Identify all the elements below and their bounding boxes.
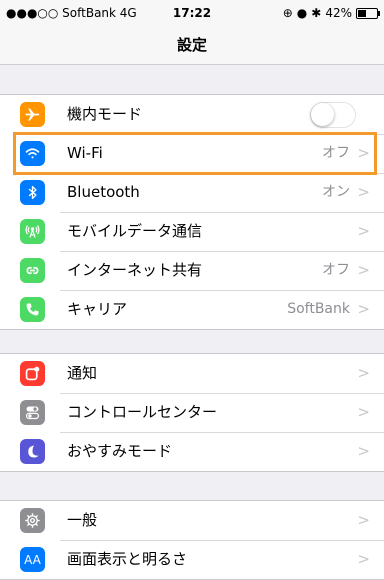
row-value: オフ	[322, 262, 350, 278]
chevron-right-icon: >	[357, 550, 370, 568]
row-do-not-disturb[interactable]: おやすみモード >	[0, 432, 384, 471]
page-title: 設定	[176, 36, 207, 54]
chevron-right-icon: >	[357, 183, 370, 201]
row-label: おやすみモード	[67, 442, 173, 460]
row-label: 通知	[67, 364, 98, 382]
row-label: Bluetooth	[67, 183, 140, 201]
airplane-mode-toggle[interactable]	[310, 102, 356, 128]
settings-group-notifications: 通知 > コントロールセンター > おやすみモード >	[0, 353, 384, 472]
row-personal-hotspot[interactable]: インターネット共有 オフ >	[0, 251, 384, 290]
moon-icon	[20, 439, 45, 464]
battery-percent: 42%	[325, 6, 352, 20]
chevron-right-icon: >	[357, 144, 370, 162]
bluetooth-icon	[20, 180, 45, 205]
notification-icon	[20, 361, 45, 386]
chevron-right-icon: >	[357, 442, 370, 460]
row-control-center[interactable]: コントロールセンター >	[0, 393, 384, 432]
row-notifications[interactable]: 通知 >	[0, 354, 384, 393]
row-label: 一般	[67, 511, 98, 529]
row-label: 画面表示と明るさ	[67, 550, 188, 568]
status-bar: ●●●○○ SoftBank 4G 17:22 ⊕ ● ✱ 42%	[0, 0, 384, 26]
row-value: オフ	[322, 145, 350, 161]
chevron-right-icon: >	[357, 222, 370, 240]
gear-icon	[20, 508, 45, 533]
row-label: キャリア	[67, 300, 128, 318]
row-label: Wi-Fi	[67, 144, 103, 162]
text-size-icon: AA	[20, 547, 45, 572]
row-display-brightness[interactable]: AA 画面表示と明るさ >	[0, 540, 384, 579]
settings-group-general: 一般 > AA 画面表示と明るさ >	[0, 500, 384, 580]
row-value: SoftBank	[287, 301, 350, 317]
phone-icon	[20, 297, 45, 322]
battery-icon	[356, 7, 380, 19]
nav-bar: 設定	[0, 26, 384, 65]
alarm-icon: ●	[296, 6, 308, 20]
chevron-right-icon: >	[357, 300, 370, 318]
wifi-icon	[20, 141, 45, 166]
status-right: ⊕ ● ✱ 42%	[282, 6, 380, 20]
chevron-right-icon: >	[357, 364, 370, 382]
settings-group-connectivity: 機内モード Wi-Fi オフ > Bluetooth オン > モバイルデータ通…	[0, 94, 384, 330]
airplane-icon	[20, 102, 45, 127]
bluetooth-status-icon: ✱	[311, 6, 322, 20]
row-mobile-data[interactable]: モバイルデータ通信 >	[0, 212, 384, 251]
row-value: オン	[322, 184, 350, 200]
row-carrier[interactable]: キャリア SoftBank >	[0, 290, 384, 329]
chevron-right-icon: >	[357, 403, 370, 421]
text-size-glyph: AA	[24, 552, 41, 567]
chevron-right-icon: >	[357, 261, 370, 279]
switches-icon	[20, 400, 45, 425]
row-bluetooth[interactable]: Bluetooth オン >	[0, 173, 384, 212]
row-airplane-mode[interactable]: 機内モード	[0, 95, 384, 134]
row-general[interactable]: 一般 >	[0, 501, 384, 540]
row-label: インターネット共有	[67, 261, 203, 279]
rotation-lock-icon: ⊕	[282, 6, 293, 20]
row-label: コントロールセンター	[67, 403, 218, 421]
row-wifi[interactable]: Wi-Fi オフ >	[0, 134, 384, 173]
row-label: モバイルデータ通信	[67, 222, 203, 240]
row-label: 機内モード	[67, 105, 143, 123]
cellular-antenna-icon	[20, 219, 45, 244]
link-icon	[20, 258, 45, 283]
chevron-right-icon: >	[357, 511, 370, 529]
